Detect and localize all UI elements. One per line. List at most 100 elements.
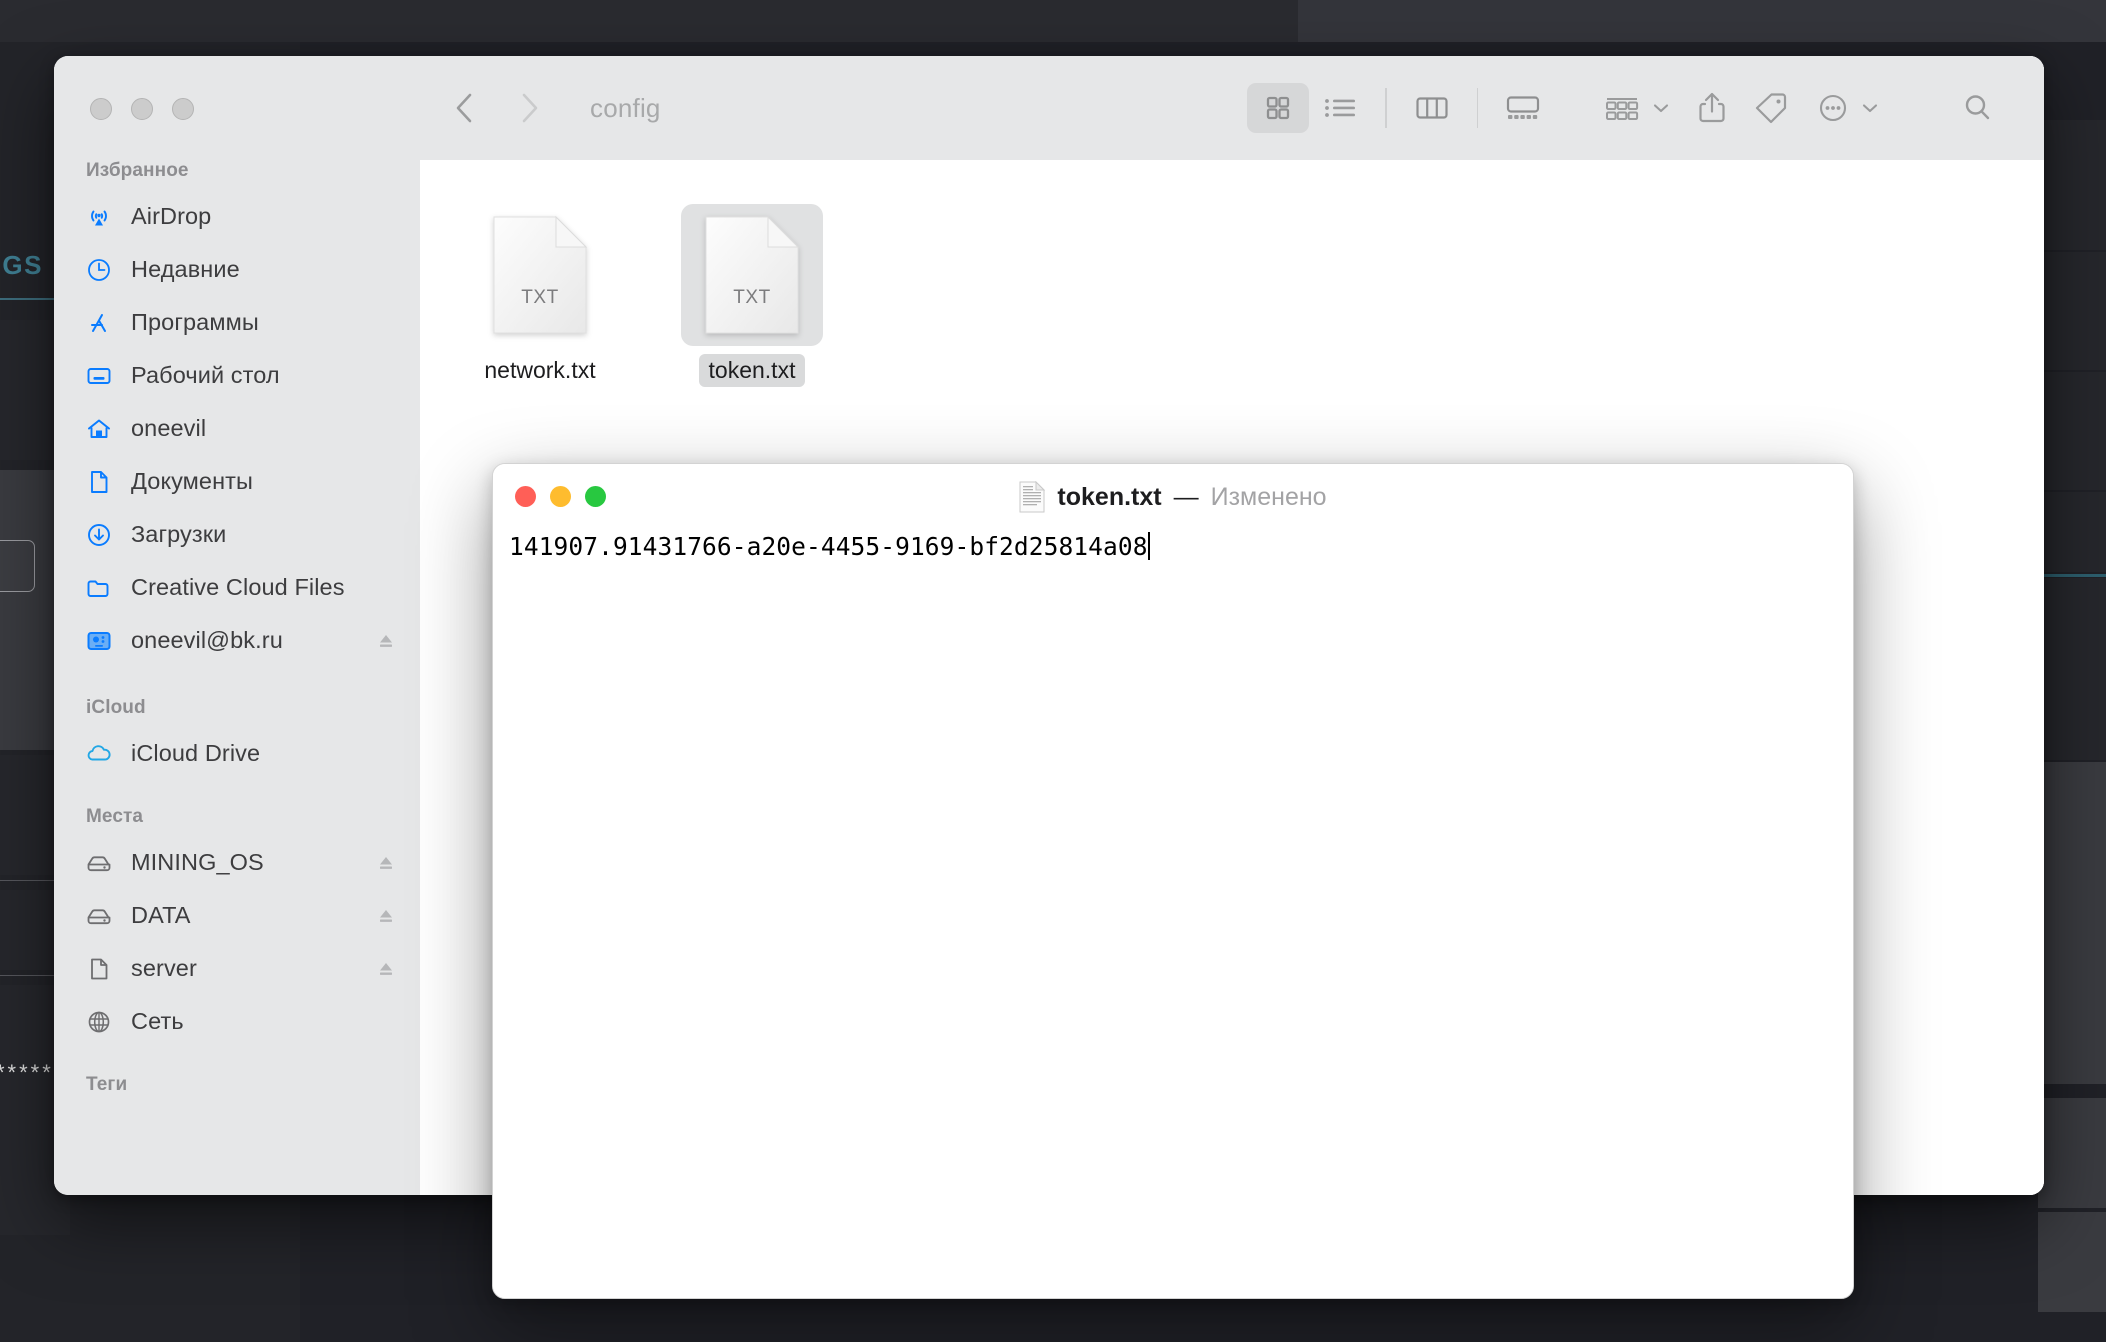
chevron-down-icon (1860, 98, 1880, 118)
list-view-button[interactable] (1309, 83, 1371, 133)
more-actions-button[interactable] (1803, 83, 1892, 133)
textedit-title-group: token.txt — Изменено (493, 464, 1853, 530)
textedit-text-area[interactable]: 141907.91431766-a20e-4455-9169-bf2d25814… (493, 530, 1853, 1298)
file-item-network[interactable]: TXT network.txt (460, 198, 620, 387)
forward-button[interactable] (514, 90, 544, 126)
sidebar-item-applications[interactable]: Программы (54, 296, 420, 349)
sidebar-group-title: Места (54, 806, 420, 836)
sidebar-item-label: Сеть (131, 1008, 184, 1035)
view-mode-group (1247, 83, 1554, 133)
sidebar-item-mining-os[interactable]: MINING_OS (54, 836, 420, 889)
textedit-window[interactable]: token.txt — Изменено 141907.91431766-a20… (492, 463, 1854, 1299)
sidebar-item-label: Недавние (131, 256, 240, 283)
sidebar-item-label: Creative Cloud Files (131, 574, 345, 601)
sidebar-item-network[interactable]: Сеть (54, 995, 420, 1048)
desktop-icon (84, 361, 114, 391)
textedit-title: token.txt (1057, 483, 1161, 512)
txt-file-icon: TXT (704, 215, 800, 335)
minimize-button[interactable] (131, 98, 153, 120)
sidebar-item-server[interactable]: server (54, 942, 420, 995)
toolbar-actions (1590, 83, 2008, 133)
file-extension-label: TXT (492, 287, 588, 309)
document-proxy-icon[interactable] (1019, 481, 1045, 513)
sidebar-item-label: DATA (131, 902, 191, 929)
downloads-icon (84, 520, 114, 550)
txt-file-icon: TXT (492, 215, 588, 335)
textedit-titlebar[interactable]: token.txt — Изменено (493, 464, 1853, 530)
icon-view-button[interactable] (1247, 83, 1309, 133)
tags-button[interactable] (1741, 83, 1803, 133)
background-panel (2038, 1098, 2106, 1208)
background-panel (2038, 372, 2106, 490)
toolbar-divider (1477, 88, 1479, 128)
sidebar-item-airdrop[interactable]: AirDrop (54, 190, 420, 243)
eject-icon[interactable] (376, 631, 396, 651)
sidebar-item-documents[interactable]: Документы (54, 455, 420, 508)
remote-disk-icon (84, 626, 114, 656)
zoom-button[interactable] (172, 98, 194, 120)
sidebar-item-label: Загрузки (131, 521, 226, 548)
eject-icon[interactable] (376, 906, 396, 926)
screen: TINGS ***** (0, 0, 2106, 1342)
textedit-title-separator: — (1174, 483, 1199, 512)
background-panel (2038, 1212, 2106, 1312)
share-button[interactable] (1683, 83, 1741, 133)
sidebar-group-title: Избранное (54, 160, 420, 190)
background-settings-label: TINGS (0, 250, 43, 281)
text-cursor (1148, 532, 1150, 560)
airdrop-icon (84, 202, 114, 232)
hard-drive-icon (84, 848, 114, 878)
sidebar-item-label: Программы (131, 309, 259, 336)
file-item-token[interactable]: TXT token.txt (672, 198, 832, 387)
sidebar-item-home[interactable]: oneevil (54, 402, 420, 455)
eject-icon[interactable] (376, 959, 396, 979)
file-extension-label: TXT (704, 287, 800, 309)
back-button[interactable] (450, 90, 480, 126)
finder-traffic-lights[interactable] (90, 98, 194, 120)
toolbar-divider (1385, 88, 1387, 128)
background-accent-line (2038, 574, 2106, 577)
home-icon (84, 414, 114, 444)
folder-icon (84, 573, 114, 603)
background-masked-value: ***** (0, 1060, 54, 1086)
sidebar-group-title: Теги (54, 1074, 420, 1104)
chevron-down-icon (1651, 98, 1671, 118)
textedit-content[interactable]: 141907.91431766-a20e-4455-9169-bf2d25814… (509, 530, 1148, 564)
sidebar-item-icloud-drive[interactable]: iCloud Drive (54, 727, 420, 780)
sidebar-group-tags: Теги (54, 1074, 420, 1104)
file-name-label: token.txt (699, 354, 806, 387)
sidebar-group-icloud: iCloud iCloud Drive (54, 697, 420, 780)
sidebar-item-label: Рабочий стол (131, 362, 280, 389)
sidebar-item-desktop[interactable]: Рабочий стол (54, 349, 420, 402)
sidebar-scroll: Избранное AirDrop Недавние (54, 56, 420, 1104)
sidebar-item-recents[interactable]: Недавние (54, 243, 420, 296)
sidebar-item-downloads[interactable]: Загрузки (54, 508, 420, 561)
sidebar-item-label: AirDrop (131, 203, 211, 230)
column-view-button[interactable] (1401, 83, 1463, 133)
group-by-button[interactable] (1590, 83, 1683, 133)
file-name-label: network.txt (474, 354, 605, 387)
file-icon-wrap: TXT (469, 204, 611, 346)
background-panel (2038, 762, 2106, 1084)
finder-toolbar: config (420, 56, 2044, 160)
cloud-icon (84, 739, 114, 769)
background-panel (2038, 120, 2106, 250)
folder-title: config (590, 93, 661, 124)
close-button[interactable] (90, 98, 112, 120)
navigation-arrows (450, 90, 544, 126)
sidebar-group-favorites: Избранное AirDrop Недавние (54, 160, 420, 667)
sidebar-item-creative-cloud-files[interactable]: Creative Cloud Files (54, 561, 420, 614)
sidebar-item-label: oneevil (131, 415, 206, 442)
gallery-view-button[interactable] (1492, 83, 1554, 133)
sidebar-item-oneevil-bk-ru[interactable]: oneevil@bk.ru (54, 614, 420, 667)
sidebar-item-data[interactable]: DATA (54, 889, 420, 942)
background-panel (2038, 492, 2106, 572)
document-icon (84, 954, 114, 984)
search-button[interactable] (1948, 83, 2008, 133)
sidebar-item-label: iCloud Drive (131, 740, 260, 767)
background-panel (2038, 252, 2106, 370)
background-input-field (0, 540, 35, 592)
hard-drive-icon (84, 901, 114, 931)
eject-icon[interactable] (376, 853, 396, 873)
sidebar-item-label: MINING_OS (131, 849, 264, 876)
